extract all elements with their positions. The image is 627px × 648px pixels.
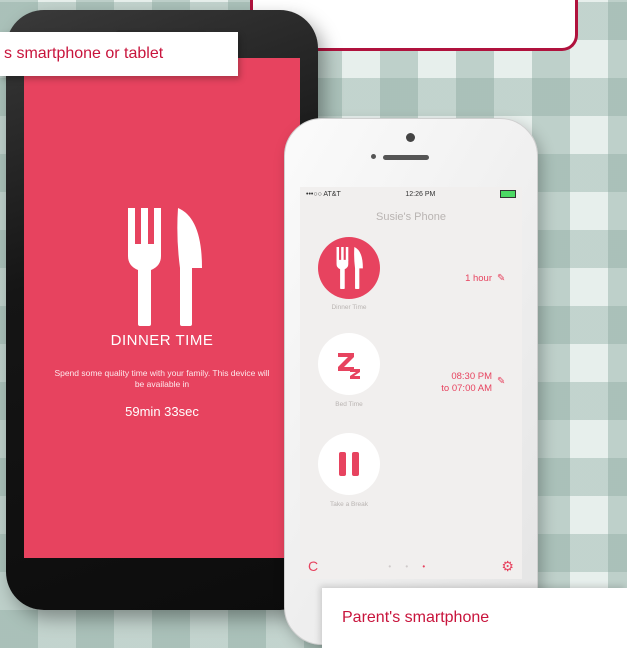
dinner-time-duration: 1 hour bbox=[465, 273, 492, 284]
bed-time-label: Bed Time bbox=[335, 401, 363, 408]
sensor-dot bbox=[371, 154, 376, 159]
dinner-time-message: Spend some quality time with your family… bbox=[54, 368, 270, 389]
iphone: •••○○ AT&T 12:26 PM Susie's Phone Dinner… bbox=[284, 118, 538, 645]
ios-screen: •••○○ AT&T 12:26 PM Susie's Phone Dinner… bbox=[300, 187, 522, 579]
page-indicator[interactable]: • • • bbox=[388, 562, 431, 571]
status-bar: •••○○ AT&T 12:26 PM bbox=[300, 187, 522, 201]
device-caption: s smartphone or tablet bbox=[0, 32, 238, 76]
bed-time-range: 08:30 PM to 07:00 AM bbox=[441, 371, 492, 395]
fork-knife-icon bbox=[128, 208, 202, 326]
bottom-bar: C • • • ⚙ bbox=[300, 553, 522, 579]
dinner-time-button[interactable] bbox=[318, 237, 380, 299]
dinner-time-label: Dinner Time bbox=[331, 304, 367, 311]
parent-caption: Parent's smartphone bbox=[322, 588, 627, 648]
status-time: 12:26 PM bbox=[405, 190, 436, 198]
fork-knife-icon bbox=[336, 247, 363, 289]
bed-time-end: to 07:00 AM bbox=[441, 383, 492, 394]
bed-time-start: 08:30 PM bbox=[451, 371, 492, 382]
take-a-break-label: Take a Break bbox=[330, 501, 368, 508]
dinner-countdown: 59min 33sec bbox=[125, 404, 199, 419]
android-screen: DINNER TIME Spend some quality time with… bbox=[24, 58, 300, 558]
carrier-text: •••○○ AT&T bbox=[306, 190, 341, 198]
take-a-break-button[interactable] bbox=[318, 433, 380, 495]
bed-time-button[interactable] bbox=[318, 333, 380, 395]
battery-icon bbox=[500, 190, 516, 198]
refresh-icon[interactable]: C bbox=[308, 558, 318, 574]
camera-icon bbox=[406, 133, 415, 142]
pause-icon bbox=[339, 452, 359, 476]
gear-icon[interactable]: ⚙ bbox=[501, 558, 514, 575]
earpiece bbox=[383, 155, 429, 160]
edit-pencil-icon[interactable]: ✎ bbox=[497, 377, 506, 387]
sleep-zz-icon bbox=[338, 353, 360, 379]
dinner-time-title: DINNER TIME bbox=[110, 332, 214, 349]
edit-pencil-icon[interactable]: ✎ bbox=[497, 274, 506, 284]
phone-title: Susie's Phone bbox=[376, 211, 446, 223]
android-phone: DINNER TIME Spend some quality time with… bbox=[6, 10, 318, 610]
